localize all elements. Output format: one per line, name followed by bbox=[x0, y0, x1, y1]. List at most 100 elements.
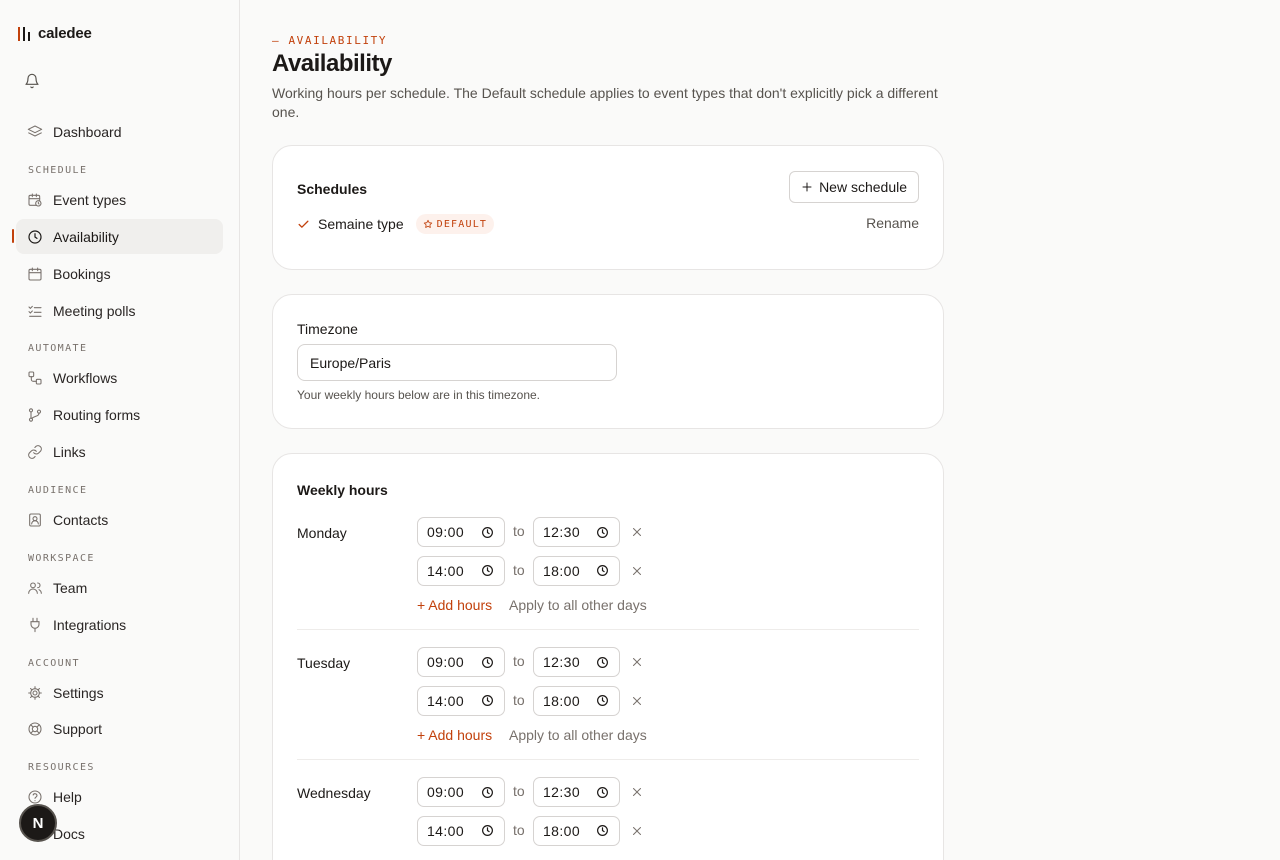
sidebar-item-team[interactable]: Team bbox=[16, 570, 223, 605]
default-badge: DEFAULT bbox=[415, 214, 495, 234]
sidebar-item-links[interactable]: Links bbox=[16, 434, 223, 469]
sidebar-item-label: Meeting polls bbox=[53, 302, 136, 319]
schedule-name: Semaine type bbox=[318, 216, 404, 232]
gear-icon bbox=[28, 685, 42, 700]
end-time-value: 18:00 bbox=[543, 692, 581, 709]
timezone-input[interactable] bbox=[297, 344, 617, 381]
clock-icon bbox=[597, 786, 608, 798]
remove-slot-icon[interactable] bbox=[631, 526, 643, 538]
rename-link[interactable]: Rename bbox=[866, 215, 919, 231]
check-icon bbox=[298, 220, 309, 228]
plus-icon bbox=[802, 182, 812, 192]
sidebar-item-label: Contacts bbox=[53, 511, 109, 528]
app-name: caledee bbox=[38, 25, 92, 42]
day-label-1: Tuesday bbox=[297, 655, 351, 671]
sidebar-item-availability[interactable]: Availability bbox=[16, 219, 223, 254]
sidebar-item-workflows[interactable]: Workflows bbox=[16, 360, 223, 395]
end-time-value: 18:00 bbox=[543, 562, 581, 579]
nav-section-schedule: SCHEDULE bbox=[28, 165, 88, 176]
start-time-input[interactable]: 14:00 bbox=[417, 815, 505, 846]
day-label-0: Monday bbox=[297, 525, 347, 541]
end-time-input[interactable]: 12:30 bbox=[533, 517, 620, 547]
checklist-icon bbox=[28, 305, 42, 317]
start-time-value: 09:00 bbox=[427, 784, 465, 800]
sidebar-item-label: Dashboard bbox=[53, 123, 122, 140]
sidebar-item-integrations[interactable]: Integrations bbox=[16, 607, 223, 642]
sidebar-item-bookings[interactable]: Bookings bbox=[16, 256, 223, 291]
apply-to-all-button[interactable]: Apply to all other days bbox=[509, 727, 647, 743]
start-time-input[interactable]: 14:00 bbox=[417, 685, 505, 716]
start-time-input[interactable]: 09:00 bbox=[417, 517, 505, 547]
nav-section-audience: AUDIENCE bbox=[28, 485, 88, 496]
clock-icon bbox=[482, 695, 493, 706]
apply-to-all-button[interactable]: Apply to all other days bbox=[509, 597, 647, 613]
new-schedule-button[interactable]: New schedule bbox=[789, 171, 919, 203]
new-schedule-label: New schedule bbox=[819, 179, 907, 195]
add-hours-button[interactable]: + Add hours bbox=[417, 727, 492, 743]
start-time-value: 14:00 bbox=[427, 692, 465, 709]
user-avatar[interactable]: N bbox=[19, 804, 57, 842]
weekly-hours-card: Weekly hours Monday 09:00 to 12:30 14:00 to 18… bbox=[272, 453, 944, 860]
sidebar-item-support[interactable]: Support bbox=[16, 711, 223, 746]
workflow-icon bbox=[28, 370, 42, 385]
nav-section-account: ACCOUNT bbox=[28, 658, 80, 669]
users-icon bbox=[28, 581, 42, 594]
end-time-input[interactable]: 18:00 bbox=[533, 815, 620, 846]
start-time-input[interactable]: 09:00 bbox=[417, 777, 505, 807]
schedules-title: Schedules bbox=[297, 181, 368, 197]
sidebar-item-event-types[interactable]: Event types bbox=[16, 182, 223, 217]
to-label: to bbox=[513, 523, 525, 539]
sidebar-item-label: Workflows bbox=[53, 369, 118, 386]
clock-icon bbox=[482, 565, 493, 576]
start-time-value: 14:00 bbox=[427, 822, 465, 839]
start-time-value: 14:00 bbox=[427, 562, 465, 579]
sidebar-item-label: Bookings bbox=[53, 265, 111, 282]
sidebar-item-label: Links bbox=[53, 443, 86, 460]
start-time-value: 09:00 bbox=[427, 654, 465, 670]
nav-section-resources: RESOURCES bbox=[28, 762, 95, 773]
notifications-bell-icon[interactable] bbox=[24, 73, 40, 89]
layers-icon bbox=[27, 124, 43, 137]
add-hours-button[interactable]: + Add hours bbox=[417, 597, 492, 613]
sidebar-item-dashboard[interactable]: Dashboard bbox=[16, 114, 223, 149]
app-logo[interactable]: caledee bbox=[18, 25, 92, 42]
sidebar-item-label: Routing forms bbox=[53, 406, 141, 423]
start-time-input[interactable]: 09:00 bbox=[417, 647, 505, 677]
sidebar-item-label: Docs bbox=[53, 825, 85, 842]
start-time-input[interactable]: 14:00 bbox=[417, 555, 505, 586]
remove-slot-icon[interactable] bbox=[631, 825, 643, 837]
end-time-value: 12:30 bbox=[543, 654, 581, 670]
end-time-input[interactable]: 18:00 bbox=[533, 555, 620, 586]
sidebar-item-contacts[interactable]: Contacts bbox=[16, 502, 223, 537]
to-label: to bbox=[513, 691, 525, 708]
timezone-label: Timezone bbox=[297, 321, 358, 337]
nav-section-workspace: WORKSPACE bbox=[28, 553, 95, 564]
sidebar-item-routing-forms[interactable]: Routing forms bbox=[16, 397, 223, 432]
sidebar-item-label: Team bbox=[53, 579, 88, 596]
lifebuoy-icon bbox=[28, 721, 42, 736]
end-time-input[interactable]: 12:30 bbox=[533, 647, 620, 677]
start-time-value: 09:00 bbox=[427, 524, 465, 540]
clock-icon bbox=[597, 695, 608, 706]
sidebar-item-label: Help bbox=[53, 788, 82, 805]
sidebar-item-label: Settings bbox=[53, 684, 104, 701]
clock-icon bbox=[482, 526, 493, 538]
remove-slot-icon[interactable] bbox=[631, 695, 643, 707]
remove-slot-icon[interactable] bbox=[631, 786, 643, 798]
end-time-input[interactable]: 18:00 bbox=[533, 685, 620, 716]
timezone-hint: Your weekly hours below are in this time… bbox=[297, 388, 541, 402]
to-label: to bbox=[513, 783, 525, 799]
remove-slot-icon[interactable] bbox=[631, 565, 643, 577]
sidebar-item-label: Support bbox=[53, 720, 103, 737]
end-time-input[interactable]: 12:30 bbox=[533, 777, 620, 807]
end-time-value: 18:00 bbox=[543, 822, 581, 839]
weekly-hours-title: Weekly hours bbox=[297, 482, 388, 498]
sidebar-item-meeting-polls[interactable]: Meeting polls bbox=[16, 293, 223, 328]
schedule-item[interactable]: Semaine type DEFAULT bbox=[297, 214, 495, 234]
end-time-value: 12:30 bbox=[543, 524, 581, 540]
remove-slot-icon[interactable] bbox=[631, 656, 643, 668]
link-icon bbox=[28, 444, 42, 459]
clock-icon bbox=[482, 825, 493, 836]
sidebar-item-settings[interactable]: Settings bbox=[16, 675, 223, 710]
calendar-clock-icon bbox=[28, 192, 42, 207]
